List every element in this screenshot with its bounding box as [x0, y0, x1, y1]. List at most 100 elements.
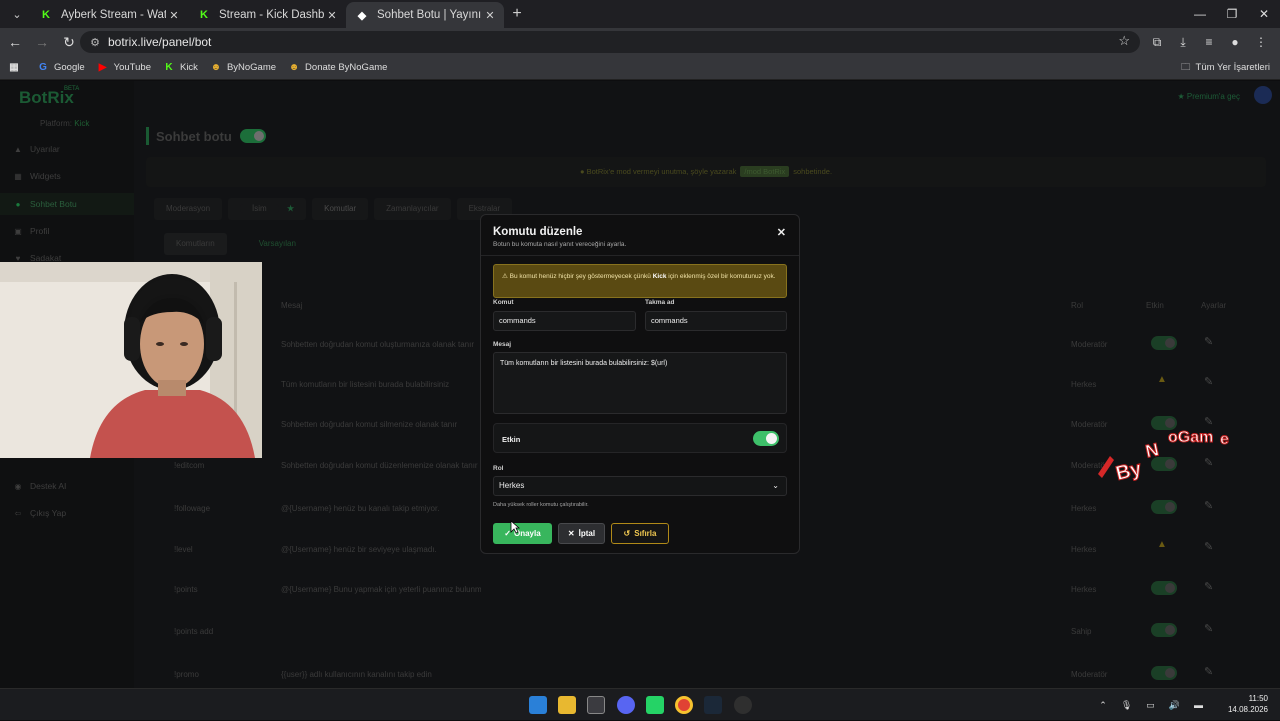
role-select[interactable]: Herkes ⌄ — [493, 476, 787, 496]
botrix-favicon-icon: ◆ — [357, 9, 367, 22]
battery-icon[interactable]: ▬ — [1194, 700, 1203, 710]
tab-moderasyon[interactable]: Moderasyon — [154, 198, 223, 220]
enabled-toggle[interactable] — [1151, 500, 1177, 514]
profile-avatar-icon[interactable]: ● — [1222, 35, 1248, 49]
sidebar-item-profil[interactable]: ▣ Profil — [0, 220, 134, 242]
settings-app-icon[interactable] — [734, 696, 752, 714]
sidebar-item-sohbet-botu[interactable]: ● Sohbet Botu — [0, 193, 134, 215]
command-cell: !points add — [174, 627, 214, 636]
sidebar-item-uyarilar[interactable]: ▲ Uyarılar — [0, 138, 134, 160]
bookmark-kick[interactable]: K Kick — [163, 62, 198, 74]
enabled-toggle[interactable] — [753, 431, 779, 446]
close-tab-icon[interactable]: ✕ — [324, 9, 340, 22]
steam-icon[interactable] — [704, 696, 722, 714]
svg-text:e: e — [1220, 431, 1229, 448]
edit-pencil-icon[interactable]: ✎ — [1204, 622, 1213, 635]
network-icon[interactable]: ▭ — [1146, 700, 1155, 711]
role-cell: Moderatör — [1071, 340, 1108, 349]
minimize-icon[interactable]: — — [1184, 0, 1216, 28]
bookmark-label: Donate ByNoGame — [305, 62, 388, 73]
clock[interactable]: 11:50 14.08.2026 — [1228, 693, 1268, 715]
new-tab-button[interactable]: + — [504, 5, 530, 23]
site-info-icon[interactable]: ⚙ — [84, 36, 106, 49]
browser-tab-3[interactable]: ◆ Sohbet Botu | Yayınını güçlendi ✕ — [346, 2, 504, 28]
info-icon: ⚠ — [502, 273, 508, 280]
apps-icon[interactable]: ▦ — [8, 62, 25, 74]
bookmark-star-icon[interactable]: ☆ — [1118, 33, 1130, 49]
close-icon: ✕ — [567, 529, 575, 538]
premium-link[interactable]: ★ Premium'a geç — [1177, 92, 1240, 101]
all-bookmarks[interactable]: 🗀 Tüm Yer İşaretleri — [1181, 60, 1270, 76]
message-textarea[interactable]: Tüm komutların bir listesini burada bula… — [493, 352, 787, 414]
browser-tab-1[interactable]: K Ayberk Stream - Watch Live on ✕ — [30, 2, 188, 28]
reload-icon[interactable]: ↻ — [57, 34, 81, 51]
browser-tab-2[interactable]: K Stream - Kick Dashboard ✕ — [188, 2, 346, 28]
edit-pencil-icon[interactable]: ✎ — [1204, 665, 1213, 678]
system-tray: ⌃ 🎙 ▭ 🔊 ▬ — [1092, 689, 1210, 721]
browser-tab-bar: ⌄ K Ayberk Stream - Watch Live on ✕ K St… — [0, 0, 1280, 28]
clock-date: 14.08.2026 — [1227, 705, 1268, 714]
url-text[interactable]: botrix.live/panel/bot — [108, 35, 211, 49]
command-label: Komut — [493, 299, 514, 306]
whatsapp-icon[interactable] — [646, 696, 664, 714]
edit-pencil-icon[interactable]: ✎ — [1204, 540, 1213, 553]
close-tab-icon[interactable]: ✕ — [166, 9, 182, 22]
bookmark-donate[interactable]: ☻ Donate ByNoGame — [288, 62, 388, 74]
bookmark-bynogame[interactable]: ☻ ByNoGame — [210, 62, 276, 74]
chrome-icon[interactable] — [675, 696, 693, 714]
enabled-toggle[interactable] — [1151, 336, 1177, 350]
edit-pencil-icon[interactable]: ✎ — [1204, 499, 1213, 512]
sidebar-item-cikis[interactable]: ⇦ Çıkış Yap — [0, 502, 134, 524]
store-icon[interactable] — [587, 696, 605, 714]
bookmark-youtube[interactable]: ▶ YouTube — [97, 62, 151, 74]
command-cell: !followage — [174, 504, 211, 513]
enabled-toggle[interactable] — [1151, 623, 1177, 637]
reset-button[interactable]: ↺ Sıfırla — [611, 523, 669, 544]
bookmark-label: Google — [54, 62, 85, 73]
cancel-button[interactable]: ✕ İptal — [558, 523, 605, 544]
start-icon[interactable] — [529, 696, 547, 714]
avatar[interactable] — [1254, 86, 1272, 104]
enabled-toggle[interactable] — [1151, 581, 1177, 595]
bot-toggle[interactable] — [239, 129, 266, 143]
close-tab-icon[interactable]: ✕ — [482, 9, 498, 22]
microphone-icon[interactable]: 🎙 — [1121, 700, 1132, 711]
subtab-komutlarin[interactable]: Komutların — [164, 233, 227, 255]
modal-subtitle: Botun bu komuta nasıl yanıt vereceğini a… — [493, 241, 627, 248]
message-cell: @{Username} Bunu yapmak için yeterli pua… — [281, 585, 481, 594]
edit-pencil-icon[interactable]: ✎ — [1204, 580, 1213, 593]
chevron-up-icon[interactable]: ⌃ — [1099, 700, 1107, 711]
volume-icon[interactable]: 🔊 — [1169, 700, 1180, 711]
warning-alert: ⚠ Bu komut henüz hiçbir şey göstermeyece… — [493, 264, 787, 298]
sidebar-item-destek-ai[interactable]: ◉ Destek AI — [0, 475, 134, 497]
tab-komutlar[interactable]: Komutlar — [312, 198, 369, 220]
command-input[interactable]: commands — [493, 311, 636, 331]
back-icon[interactable]: ← — [3, 34, 27, 50]
bookmark-google[interactable]: G Google — [37, 62, 85, 74]
enabled-toggle[interactable] — [1151, 666, 1177, 680]
tab-isim[interactable]: İsim ★ — [228, 198, 307, 220]
tab-zamanlayicilar[interactable]: Zamanlayıcılar — [374, 198, 451, 220]
subtab-varsayilan[interactable]: Varsayılan — [247, 233, 308, 255]
close-window-icon[interactable]: ✕ — [1248, 0, 1280, 28]
bynogame-overlay-logo: By N oGam e — [1094, 416, 1244, 486]
address-bar[interactable]: ⚙ botrix.live/panel/bot ☆ — [80, 31, 1140, 53]
bookmark-label: Kick — [179, 62, 198, 73]
tab-search-icon[interactable]: ⌄ — [4, 4, 30, 24]
edit-pencil-icon[interactable]: ✎ — [1204, 375, 1213, 388]
download-icon[interactable]: ⤓ — [1170, 35, 1196, 50]
restore-icon[interactable]: ❐ — [1216, 0, 1248, 28]
media-icon[interactable]: ≡ — [1196, 35, 1222, 49]
menu-icon[interactable]: ⋮ — [1248, 35, 1274, 49]
page-content: BotRix BETA Platform: Kick ▲ Uyarılar ▦ Wi… — [0, 81, 1280, 688]
close-icon[interactable]: ✕ — [777, 226, 786, 239]
discord-icon[interactable] — [617, 696, 635, 714]
sidebar-item-widgets[interactable]: ▦ Widgets — [0, 165, 134, 187]
forward-icon[interactable]: → — [30, 34, 54, 50]
translate-icon[interactable]: ⧉ — [1144, 35, 1170, 50]
alias-input[interactable]: commands — [645, 311, 787, 331]
role-label: Rol — [493, 465, 504, 472]
confirm-button[interactable]: ✓ Onayla — [493, 523, 552, 544]
edit-pencil-icon[interactable]: ✎ — [1204, 335, 1213, 348]
file-explorer-icon[interactable] — [558, 696, 576, 714]
